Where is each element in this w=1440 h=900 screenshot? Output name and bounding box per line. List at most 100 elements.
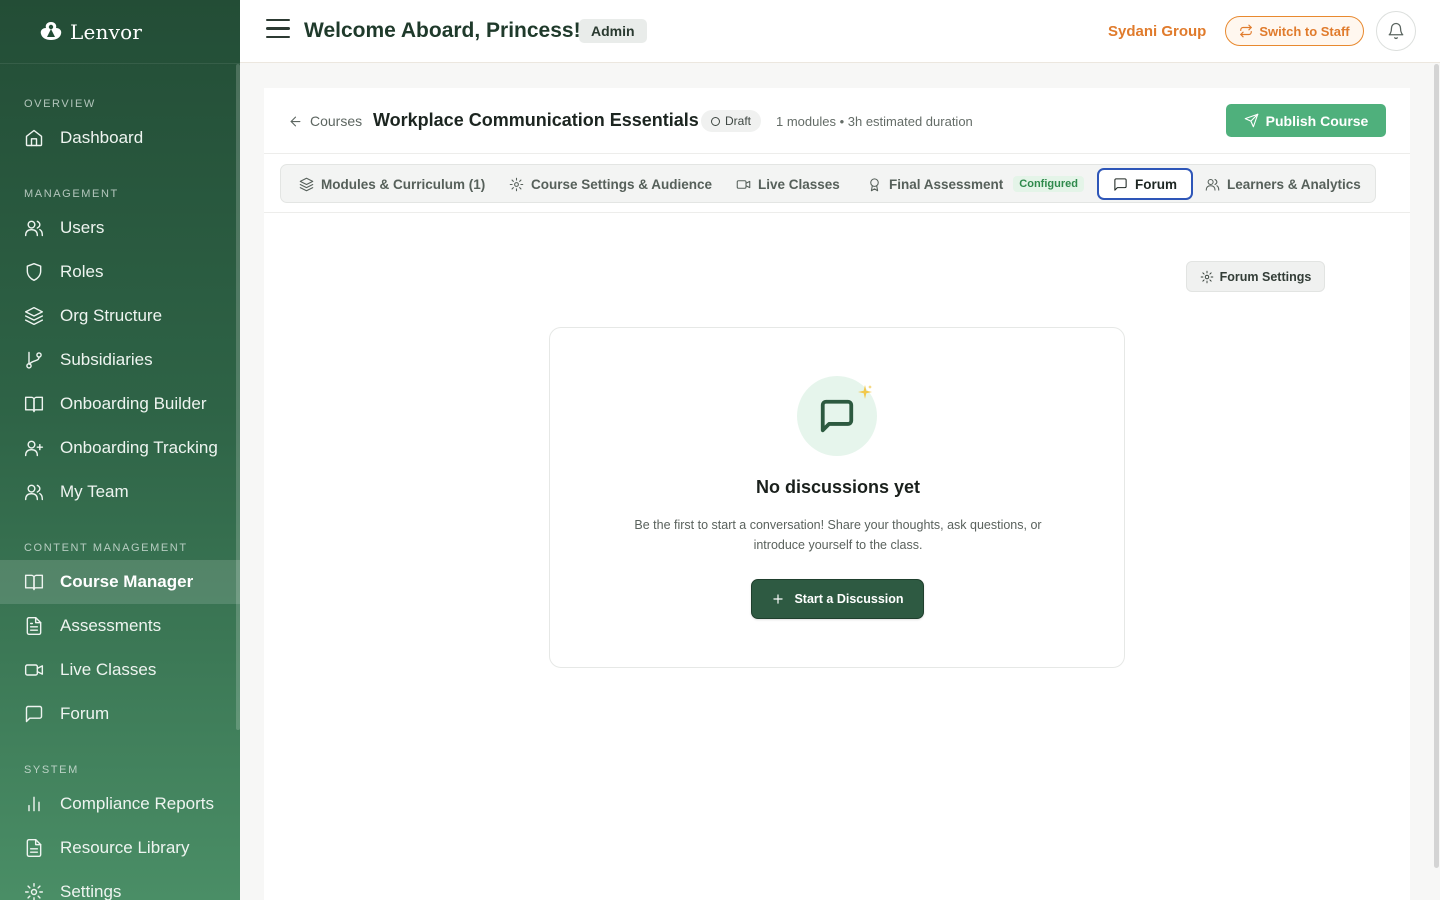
bell-icon xyxy=(1388,22,1404,40)
circle-icon xyxy=(711,116,720,126)
sidebar-item-resource-library[interactable]: Resource Library xyxy=(0,826,240,870)
sidebar-item-label: Course Manager xyxy=(60,572,194,591)
tabs-wrapper: Modules & Curriculum (1) Course Settings… xyxy=(264,154,1410,213)
sidebar-item-label: Resource Library xyxy=(60,838,190,857)
tab-label: Course Settings & Audience xyxy=(531,176,713,192)
sidebar-item-dashboard[interactable]: Dashboard xyxy=(0,116,240,160)
sidebar-item-label: Forum xyxy=(60,704,110,723)
users-icon xyxy=(24,482,44,502)
user-plus-icon xyxy=(24,438,44,458)
tab-label: Forum xyxy=(1135,176,1177,192)
forum-settings-label: Forum Settings xyxy=(1219,269,1312,284)
publish-course-button[interactable]: Publish Course xyxy=(1226,104,1386,137)
tab-label: Modules & Curriculum (1) xyxy=(321,176,486,192)
status-badge: Draft xyxy=(701,110,762,132)
brand[interactable]: Lenvor xyxy=(0,0,240,64)
top-header: Welcome Aboard, Princess! Admin Sydani G… xyxy=(240,0,1440,63)
switch-to-staff-button[interactable]: Switch to Staff xyxy=(1225,16,1364,46)
users-icon xyxy=(1205,178,1220,191)
file-icon xyxy=(24,838,44,858)
gear-icon xyxy=(1200,270,1213,283)
start-discussion-button[interactable]: Start a Discussion xyxy=(751,579,924,619)
sidebar-item-label: Users xyxy=(60,218,105,237)
layers-icon xyxy=(24,306,44,326)
switch-to-staff-label: Switch to Staff xyxy=(1259,23,1350,39)
course-meta: 1 modules • 3h estimated duration xyxy=(776,114,973,129)
tab-forum[interactable]: Forum xyxy=(1097,168,1193,200)
sidebar-item-onboarding-builder[interactable]: Onboarding Builder xyxy=(0,382,240,426)
course-header: Courses Workplace Communication Essentia… xyxy=(264,88,1410,154)
sidebar-item-label: My Team xyxy=(60,482,129,501)
sidebar-scrollbar[interactable] xyxy=(236,64,240,730)
gear-icon xyxy=(509,177,524,191)
sidebar-item-settings[interactable]: Settings xyxy=(0,870,240,900)
tab-live-classes[interactable]: Live Classes xyxy=(736,168,840,200)
shield-icon xyxy=(24,262,44,282)
file-text-icon xyxy=(24,616,44,636)
sidebar-item-label: Dashboard xyxy=(60,128,144,147)
tab-label: Live Classes xyxy=(758,176,840,192)
sidebar-item-assessments[interactable]: Assessments xyxy=(0,604,240,648)
section-label-system: SYSTEM xyxy=(24,764,79,776)
users-icon xyxy=(24,218,44,238)
video-icon xyxy=(24,660,44,680)
notifications-button[interactable] xyxy=(1376,11,1416,51)
message-square-icon xyxy=(24,704,44,724)
sidebar-item-label: Live Classes xyxy=(60,660,157,679)
sidebar-item-roles[interactable]: Roles xyxy=(0,250,240,294)
layers-icon xyxy=(299,177,314,191)
sidebar: Lenvor OVERVIEW MANAGEMENT CONTENT MANAG… xyxy=(0,0,240,900)
tab-label: Final Assessment xyxy=(889,176,1004,192)
course-panel: Courses Workplace Communication Essentia… xyxy=(264,88,1410,900)
sidebar-item-label: Compliance Reports xyxy=(60,794,215,813)
page-scrollbar[interactable] xyxy=(1434,64,1439,868)
tab-final-assessment[interactable]: Final Assessment Configured xyxy=(867,168,1084,200)
sidebar-item-compliance-reports[interactable]: Compliance Reports xyxy=(0,782,240,826)
back-to-courses-link[interactable]: Courses xyxy=(288,113,362,129)
tab-bar: Modules & Curriculum (1) Course Settings… xyxy=(280,164,1376,203)
sidebar-item-label: Assessments xyxy=(60,616,162,635)
sparkle-icon xyxy=(858,385,872,399)
course-title: Workplace Communication Essentials xyxy=(373,110,699,130)
org-name[interactable]: Sydani Group xyxy=(1108,23,1206,40)
sidebar-item-label: Onboarding Tracking xyxy=(60,438,218,457)
start-discussion-label: Start a Discussion xyxy=(794,592,904,606)
book-icon xyxy=(24,394,44,414)
configured-badge: Configured xyxy=(1013,176,1084,192)
tab-modules-curriculum[interactable]: Modules & Curriculum (1) xyxy=(299,168,485,200)
empty-state-description: Be the first to start a conversation! Sh… xyxy=(634,518,1042,552)
sidebar-item-users[interactable]: Users xyxy=(0,206,240,250)
brand-name: Lenvor xyxy=(70,19,143,44)
sidebar-item-org-structure[interactable]: Org Structure xyxy=(0,294,240,338)
arrow-left-icon xyxy=(290,116,301,126)
empty-state-card: No discussions yet Be the first to start… xyxy=(549,327,1125,668)
tab-learners-analytics[interactable]: Learners & Analytics xyxy=(1205,168,1361,200)
section-label-content: CONTENT MANAGEMENT xyxy=(24,542,188,554)
sidebar-item-label: Subsidiaries xyxy=(60,350,153,369)
sidebar-item-onboarding-tracking[interactable]: Onboarding Tracking xyxy=(0,426,240,470)
section-label-management: MANAGEMENT xyxy=(24,188,119,200)
tab-course-settings[interactable]: Course Settings & Audience xyxy=(509,168,712,200)
back-label: Courses xyxy=(310,113,363,129)
plus-icon xyxy=(773,594,784,604)
home-icon xyxy=(24,128,44,148)
sidebar-item-label: Roles xyxy=(60,262,104,281)
message-square-icon xyxy=(820,399,854,433)
sidebar-item-subsidiaries[interactable]: Subsidiaries xyxy=(0,338,240,382)
message-square-icon xyxy=(1114,177,1127,191)
sidebar-item-label: Onboarding Builder xyxy=(60,394,207,413)
section-label-overview: OVERVIEW xyxy=(24,98,96,110)
sidebar-item-forum[interactable]: Forum xyxy=(0,692,240,736)
sidebar-item-my-team[interactable]: My Team xyxy=(0,470,240,514)
sidebar-item-label: Org Structure xyxy=(60,306,163,325)
sidebar-item-label: Settings xyxy=(60,882,122,900)
tab-label: Learners & Analytics xyxy=(1227,176,1361,192)
sidebar-item-course-manager[interactable]: Course Manager xyxy=(0,560,240,604)
bar-chart-icon xyxy=(24,794,44,814)
send-icon xyxy=(1244,113,1258,128)
forum-settings-button[interactable]: Forum Settings xyxy=(1186,261,1325,292)
sidebar-item-live-classes[interactable]: Live Classes xyxy=(0,648,240,692)
role-badge: Admin xyxy=(579,19,647,43)
menu-toggle-icon[interactable] xyxy=(266,19,290,39)
git-branch-icon xyxy=(24,350,44,370)
